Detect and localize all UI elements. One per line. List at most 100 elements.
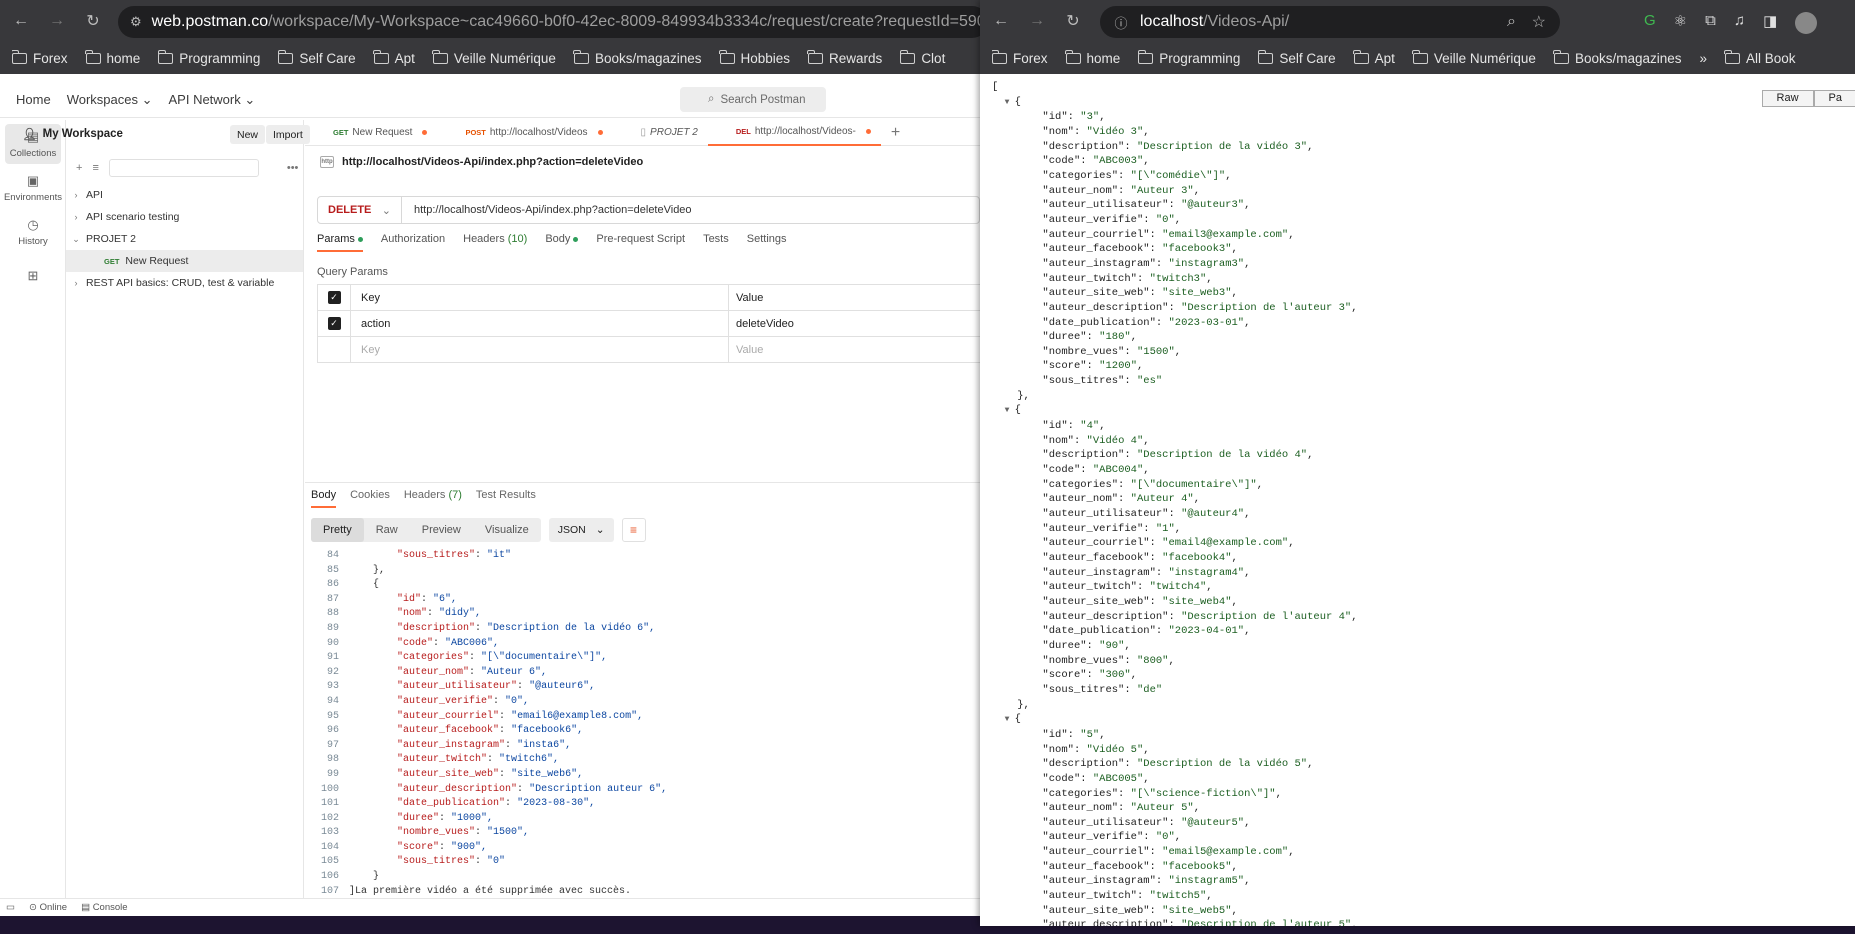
bookmark-item[interactable]: Rewards — [807, 49, 882, 66]
bookmark-item[interactable]: Programming — [157, 49, 260, 66]
tab-headers[interactable]: Headers (10) — [463, 233, 527, 252]
method-select[interactable]: DELETE ⌄ — [318, 197, 402, 223]
format-select[interactable]: JSON ⌄ — [548, 518, 614, 542]
sidebar-tree-item[interactable]: GET New Request — [66, 250, 303, 272]
console-button[interactable]: ▤ Console — [81, 902, 127, 913]
collapse-toggle-icon[interactable]: ▼ — [1005, 96, 1015, 111]
rail-configure[interactable]: ⊞ — [5, 256, 61, 296]
bookmark-item[interactable]: Self Care — [277, 49, 356, 66]
tab-tests[interactable]: Tests — [703, 233, 729, 252]
more-bookmarks-icon[interactable]: » — [1700, 51, 1708, 66]
request-title-text[interactable]: http://localhost/Videos-Api/index.php?ac… — [342, 156, 643, 168]
media-icon[interactable]: ♫ — [1734, 12, 1745, 34]
request-url-input[interactable]: http://localhost/Videos-Api/index.php?ac… — [402, 204, 692, 216]
back-icon[interactable]: ← — [10, 10, 32, 32]
forward-icon[interactable]: → — [1026, 10, 1048, 32]
param-value[interactable]: deleteVideo — [729, 311, 980, 336]
tab-params[interactable]: Params — [317, 233, 363, 252]
workspace-name[interactable]: My Workspace — [43, 128, 123, 140]
import-button[interactable]: Import — [266, 125, 310, 144]
bookmark-item[interactable]: Self Care — [1257, 49, 1336, 66]
request-tab[interactable]: DEL http://localhost/Videos- — [707, 120, 881, 146]
filter-icon[interactable]: ≡ — [92, 162, 98, 174]
tab-pre-request[interactable]: Pre-request Script — [596, 233, 685, 252]
resp-tab-body[interactable]: Body — [311, 489, 337, 508]
reload-icon[interactable]: ↻ — [1062, 10, 1084, 32]
view-raw[interactable]: Raw — [364, 518, 410, 542]
forward-icon[interactable]: → — [46, 10, 68, 32]
collapse-toggle-icon[interactable]: ▼ — [1005, 404, 1015, 419]
value-placeholder[interactable]: Value — [729, 337, 980, 362]
param-key[interactable]: action — [351, 311, 729, 336]
grammarly-icon[interactable]: G — [1644, 12, 1656, 34]
request-tab[interactable]: POST http://localhost/Videos — [437, 120, 612, 146]
more-icon[interactable]: ••• — [287, 162, 299, 174]
bookmark-item[interactable]: Apt — [373, 49, 415, 66]
sidebar-tree-item[interactable]: ⌄ PROJET 2 — [66, 228, 303, 250]
tab-body[interactable]: Body — [545, 233, 579, 252]
view-visualize[interactable]: Visualize — [473, 518, 541, 542]
rail-history[interactable]: ◷ History — [5, 212, 61, 252]
bookmark-item[interactable]: Programming — [1137, 49, 1240, 66]
new-button[interactable]: New — [230, 125, 266, 144]
sidebar-toggle-icon[interactable]: ▭ — [6, 902, 15, 913]
json-string: "Auteur 5" — [1130, 802, 1194, 815]
home-link[interactable]: Home — [16, 92, 51, 107]
collapse-toggle-icon[interactable]: ▼ — [1005, 713, 1015, 728]
puzzle-icon[interactable]: ⧉ — [1705, 12, 1716, 34]
bookmark-item[interactable]: Books/magazines — [1553, 49, 1682, 66]
resp-tab-cookies[interactable]: Cookies — [350, 489, 390, 508]
address-bar[interactable]: ⓘ localhost/Videos-Api/ ⌕ ☆ — [1100, 6, 1560, 38]
back-icon[interactable]: ← — [990, 10, 1012, 32]
address-bar[interactable]: ⚙ web.postman.co/workspace/My-Workspace~… — [118, 6, 980, 38]
bookmark-item[interactable]: Apt — [1353, 49, 1395, 66]
param-checkbox[interactable]: ✓ — [327, 317, 341, 330]
view-pretty[interactable]: Pretty — [311, 518, 364, 542]
chevron-icon[interactable]: › — [66, 212, 86, 222]
reload-icon[interactable]: ↻ — [82, 10, 104, 32]
bookmark-item[interactable]: home — [84, 49, 140, 66]
bookmark-item[interactable]: Forex — [992, 49, 1048, 66]
sidebar-tree-item[interactable]: › API scenario testing — [66, 206, 303, 228]
bookmark-item[interactable]: Veille Numérique — [432, 49, 556, 66]
avatar[interactable] — [1795, 12, 1818, 34]
workspaces-menu[interactable]: Workspaces ⌄ — [67, 92, 153, 108]
bookmark-item[interactable]: Veille Numérique — [1412, 49, 1536, 66]
side-panel-icon[interactable]: ◨ — [1763, 12, 1777, 34]
star-icon[interactable]: ☆ — [1532, 12, 1546, 32]
json-string: "0" — [1155, 831, 1175, 844]
sidebar-tree-item[interactable]: › REST API basics: CRUD, test & variable — [66, 272, 303, 294]
react-devtools-icon[interactable]: ⚛ — [1674, 12, 1687, 34]
resp-tab-test-results[interactable]: Test Results — [476, 489, 536, 508]
view-preview[interactable]: Preview — [410, 518, 473, 542]
json-value: "email6@example8.com", — [511, 710, 644, 722]
bookmark-item[interactable]: Books/magazines — [573, 49, 702, 66]
info-icon[interactable]: ⓘ — [1112, 13, 1130, 31]
chevron-icon[interactable]: › — [66, 278, 86, 288]
key-placeholder[interactable]: Key — [351, 337, 729, 362]
site-info-icon[interactable]: ⚙ — [130, 13, 142, 31]
add-icon[interactable]: + — [76, 162, 82, 174]
request-tab[interactable]: GET New Request — [305, 120, 437, 146]
api-network-menu[interactable]: API Network ⌄ — [169, 92, 256, 108]
search-postman[interactable]: ⌕ Search Postman — [680, 87, 826, 112]
zoom-icon[interactable]: ⌕ — [1507, 13, 1516, 31]
bookmark-item[interactable]: Clot — [899, 49, 945, 66]
bookmark-item[interactable]: home — [1064, 49, 1120, 66]
new-tab-icon[interactable]: + — [881, 124, 910, 142]
select-all-checkbox[interactable]: ✓ — [327, 291, 341, 304]
bookmark-item[interactable]: Hobbies — [718, 49, 790, 66]
request-tab[interactable]: ▯ PROJET 2 — [613, 120, 708, 146]
resp-tab-headers[interactable]: Headers (7) — [404, 489, 462, 508]
wrap-lines-icon[interactable]: ≡ — [621, 518, 646, 542]
tab-authorization[interactable]: Authorization — [381, 233, 445, 252]
rail-environments[interactable]: ▣ Environments — [4, 168, 62, 208]
bookmark-item[interactable]: Forex — [12, 49, 68, 66]
filter-input[interactable] — [108, 159, 259, 177]
all-bookmarks[interactable]: All Book — [1724, 49, 1796, 66]
chevron-icon[interactable]: › — [66, 190, 86, 200]
tab-settings[interactable]: Settings — [747, 233, 787, 252]
online-status[interactable]: ⊙ Online — [29, 902, 67, 913]
chevron-icon[interactable]: ⌄ — [66, 234, 86, 245]
sidebar-tree-item[interactable]: › API — [66, 184, 303, 206]
